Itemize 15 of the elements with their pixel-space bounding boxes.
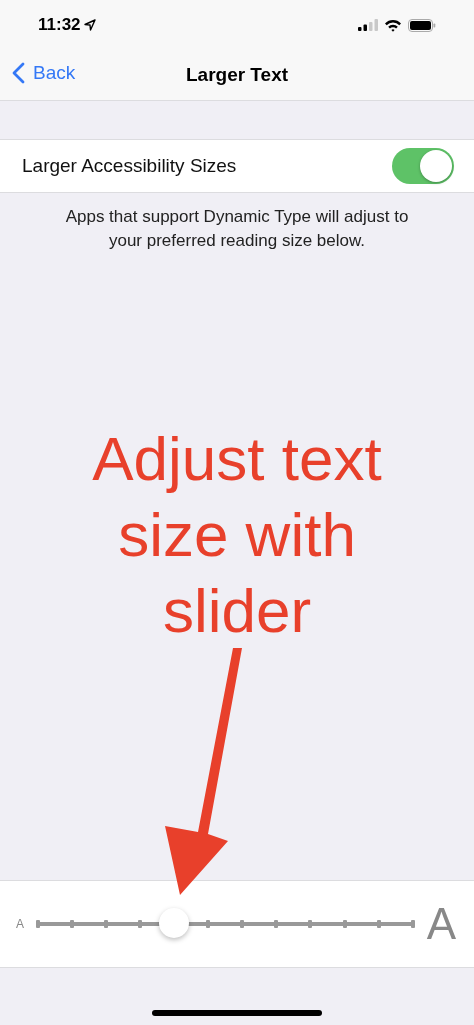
footer-text: Apps that support Dynamic Type will adjust to your preferred reading size below. xyxy=(64,206,410,252)
location-arrow-icon xyxy=(83,19,96,31)
slider-thumb[interactable] xyxy=(159,908,190,938)
setting-label: Larger Accessibility Sizes xyxy=(22,155,237,177)
large-text-label: A xyxy=(426,899,456,949)
small-text-label: A xyxy=(16,917,24,931)
chevron-left-icon xyxy=(12,62,25,84)
status-time: 11:32 xyxy=(38,15,81,35)
annotation-text: Adjust text size with slider xyxy=(91,423,383,647)
toggle-switch[interactable] xyxy=(392,148,454,184)
battery-icon xyxy=(408,18,436,32)
back-button[interactable]: Back xyxy=(12,62,76,84)
signal-icon xyxy=(358,19,378,31)
wifi-icon xyxy=(384,18,402,32)
page-title: Larger Text xyxy=(185,64,289,86)
